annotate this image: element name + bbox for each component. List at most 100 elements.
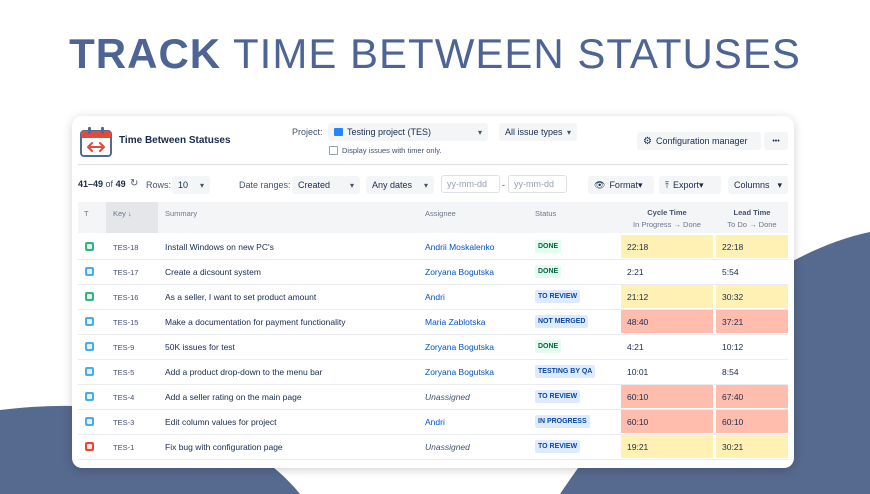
issue-assignee[interactable]: Andri [425, 417, 445, 427]
issue-assignee: Unassigned [425, 392, 470, 402]
configuration-manager-button[interactable]: ⚙ Configuration manager [637, 132, 761, 150]
hero-title-bold: TRACK [69, 30, 222, 77]
refresh-icon[interactable]: ↻ [130, 178, 138, 189]
issue-assignee[interactable]: Zoryana Bogutska [425, 367, 494, 377]
issue-types-select[interactable]: All issue types ▾ [499, 123, 577, 141]
date-to-input[interactable]: yy-mm-dd [508, 175, 567, 193]
issue-assignee[interactable]: Andrii Moskalenko [425, 242, 494, 252]
status-badge: TO REVIEW [535, 290, 581, 303]
export-button[interactable]: ⤒ Export ▾ [659, 176, 721, 194]
col-summary[interactable]: Summary [165, 209, 197, 218]
issue-key[interactable]: TES-17 [113, 268, 138, 277]
issue-summary[interactable]: Edit column values for project [165, 417, 277, 427]
issue-types-value: All issue types [505, 127, 563, 137]
cycle-time-title: Cycle Time [647, 208, 687, 217]
columns-button[interactable]: Columns ▾ [728, 176, 788, 194]
gear-icon: ⚙ [643, 135, 652, 147]
more-actions-button[interactable]: ••• [764, 132, 788, 150]
issue-key[interactable]: TES-4 [113, 393, 134, 402]
chevron-down-icon: ▾ [777, 179, 782, 190]
issue-key[interactable]: TES-15 [113, 318, 138, 327]
issue-summary[interactable]: Fix bug with configuration page [165, 442, 283, 452]
date-field-select[interactable]: Created ▾ [292, 176, 360, 194]
col-lead-time[interactable]: Lead Time To Do → Done [716, 208, 788, 229]
issue-summary[interactable]: Make a documentation for payment functio… [165, 317, 346, 327]
issue-type-task-icon [85, 267, 94, 276]
pagination-total: 49 [115, 179, 126, 189]
rows-label: Rows: [146, 180, 172, 190]
issue-summary[interactable]: Create a dicsount system [165, 267, 261, 277]
upload-icon: ⤒ [665, 179, 669, 190]
col-status[interactable]: Status [535, 209, 556, 218]
chevron-down-icon: ▾ [199, 180, 204, 190]
lead-time-cell: 22:18 [716, 235, 788, 258]
cycle-time-cell: 60:10 [621, 385, 713, 408]
timer-only-checkbox[interactable]: Display issues with timer only. [329, 146, 441, 155]
date-field-value: Created [298, 180, 331, 190]
issue-type-task-icon [85, 392, 94, 401]
cycle-time-cell: 60:10 [621, 410, 713, 433]
table-row[interactable]: TES-4 Add a seller rating on the main pag… [78, 384, 788, 410]
issue-type-task-icon [85, 342, 94, 351]
lead-time-subtitle: To Do → Done [727, 220, 777, 229]
calendar-arrows-icon [80, 127, 112, 157]
date-from-input[interactable]: yy-mm-dd [441, 175, 500, 193]
issue-assignee: Unassigned [425, 442, 470, 452]
issue-summary[interactable]: Add a seller rating on the main page [165, 392, 302, 402]
format-button[interactable]: 👁 Format ▾ [588, 176, 654, 194]
lead-time-cell: 30:21 [716, 435, 788, 458]
format-label: Format [609, 180, 638, 190]
eye-icon: 👁 [594, 179, 606, 190]
lead-time-cell: 67:40 [716, 385, 788, 408]
issue-key[interactable]: TES-5 [113, 368, 134, 377]
cycle-time-cell: 2:21 [627, 266, 644, 277]
rows-select[interactable]: 10 ▾ [172, 176, 210, 194]
col-type[interactable]: T [84, 209, 89, 218]
issue-summary[interactable]: Add a product drop-down to the menu bar [165, 367, 322, 377]
issue-type-task-icon [85, 417, 94, 426]
table-row[interactable]: TES-5 Add a product drop-down to the menu… [78, 359, 788, 385]
issue-key[interactable]: TES-3 [113, 418, 134, 427]
checkbox-box[interactable] [329, 146, 338, 155]
date-ranges-label: Date ranges: [239, 180, 291, 190]
status-badge: TO REVIEW [535, 440, 581, 453]
date-preset-select[interactable]: Any dates ▾ [366, 176, 434, 194]
issue-key[interactable]: TES-1 [113, 443, 134, 452]
project-select-value: Testing project (TES) [347, 127, 432, 137]
issue-summary[interactable]: Install Windows on new PC's [165, 242, 274, 252]
col-key[interactable]: Key ↓ [113, 209, 132, 218]
project-select[interactable]: Testing project (TES) ▾ [328, 123, 488, 141]
issue-key[interactable]: TES-9 [113, 343, 134, 352]
table-row[interactable]: TES-1 Fix bug with configuration page Unas… [78, 434, 788, 460]
issue-summary[interactable]: 50K issues for test [165, 342, 235, 352]
issue-type-bug-icon [85, 442, 94, 451]
col-cycle-time[interactable]: Cycle Time In Progress → Done [621, 208, 713, 229]
issue-key[interactable]: TES-18 [113, 243, 138, 252]
status-badge: NOT MERGED [535, 315, 589, 328]
issue-assignee[interactable]: Andri [425, 292, 445, 302]
lead-time-cell: 10:12 [722, 341, 744, 352]
date-separator: - [502, 180, 505, 190]
issue-assignee[interactable]: Zoryana Bogutska [425, 267, 494, 277]
table-row[interactable]: TES-3 Edit column values for project Andri… [78, 409, 788, 435]
issue-assignee[interactable]: Zoryana Bogutska [425, 342, 494, 352]
chevron-down-icon: ▾ [699, 179, 704, 190]
table-row[interactable]: TES-18 Install Windows on new PC's Andrii … [78, 234, 788, 260]
timer-only-label: Display issues with timer only. [342, 146, 442, 155]
table-row[interactable]: TES-9 50K issues for test Zoryana Bogutska… [78, 334, 788, 360]
table-row[interactable]: TES-16 As a seller, I want to set product… [78, 284, 788, 310]
date-preset-value: Any dates [372, 180, 413, 190]
issue-assignee[interactable]: Maria Zablotska [425, 317, 485, 327]
issue-summary[interactable]: As a seller, I want to set product amoun… [165, 292, 316, 302]
lead-time-cell: 5:54 [722, 266, 739, 277]
rows-select-value: 10 [178, 180, 189, 190]
table-row[interactable]: TES-15 Make a documentation for payment f… [78, 309, 788, 335]
cycle-time-cell: 19:21 [621, 435, 713, 458]
app-title: Time Between Statuses [119, 135, 231, 146]
issue-type-task-icon [85, 367, 94, 376]
table-row[interactable]: TES-17 Create a dicsount system Zoryana Bo… [78, 259, 788, 285]
issue-key[interactable]: TES-16 [113, 293, 138, 302]
status-badge: TO REVIEW [535, 390, 581, 403]
project-label: Project: [292, 127, 323, 137]
col-assignee[interactable]: Assignee [425, 209, 456, 218]
